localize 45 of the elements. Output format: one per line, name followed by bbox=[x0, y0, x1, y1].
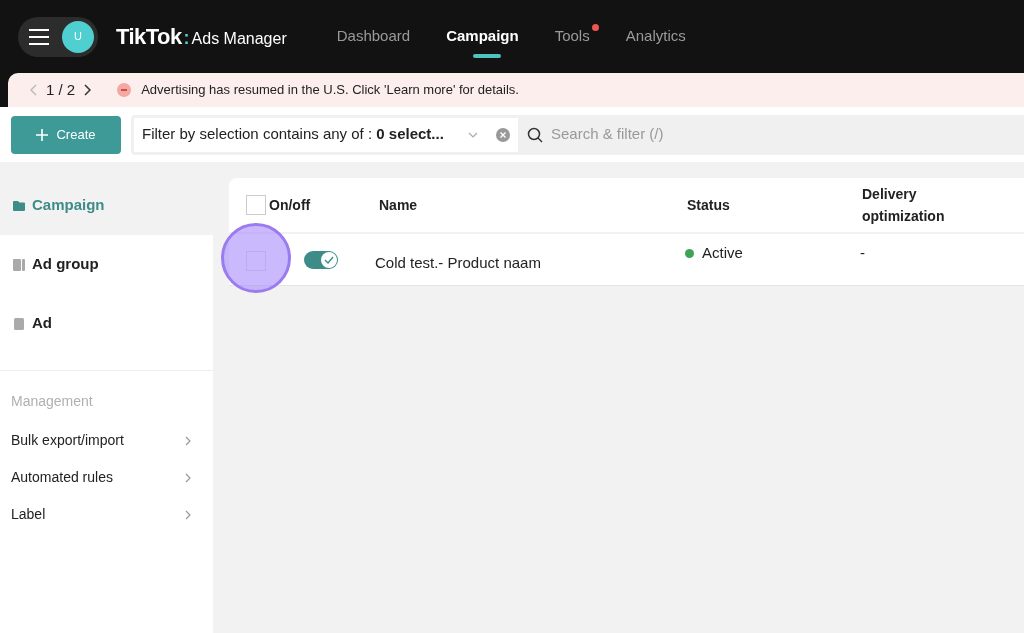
search-input[interactable]: Search & filter (/) bbox=[551, 123, 1024, 146]
chevron-right-icon bbox=[185, 435, 191, 446]
pager: 1 / 2 bbox=[46, 79, 76, 100]
column-header[interactable]: Name bbox=[379, 194, 687, 216]
check-icon bbox=[324, 256, 334, 264]
chevron-right-icon[interactable] bbox=[83, 84, 92, 96]
sidebar-item[interactable]: Ad group bbox=[0, 235, 213, 294]
search-field[interactable]: Search & filter (/) bbox=[521, 114, 1024, 155]
chevron-left-icon[interactable] bbox=[30, 84, 38, 96]
plus-icon bbox=[36, 128, 49, 141]
filter-field[interactable]: Filter by selection contains any of : 0 select... bbox=[131, 114, 521, 155]
nav-tab[interactable]: Dashboard bbox=[336, 0, 420, 73]
sidebar-link[interactable]: Label bbox=[0, 496, 213, 533]
table-cell-text: - bbox=[860, 243, 865, 263]
search-icon bbox=[527, 126, 543, 143]
column-header[interactable]: Delivery optimization bbox=[862, 183, 972, 227]
sidebar-item[interactable]: Ad bbox=[0, 294, 213, 353]
nav-tab[interactable]: Campaign bbox=[446, 0, 528, 73]
sidebar-item[interactable]: Campaign bbox=[0, 176, 213, 235]
column-header[interactable]: Status bbox=[687, 194, 862, 216]
chevron-down-icon[interactable] bbox=[468, 131, 478, 138]
banner-message: Advertising has resumed in the U.S. Click 'Learn more' for details. bbox=[141, 81, 519, 100]
toggle-switch[interactable] bbox=[304, 251, 338, 269]
filter-text: Filter by selection contains any of : 0 select... bbox=[142, 124, 444, 145]
column-header[interactable]: On/off bbox=[269, 194, 362, 216]
section-heading: Management bbox=[10, 392, 94, 411]
minus-circle-icon bbox=[117, 83, 132, 97]
document-icon bbox=[12, 316, 26, 331]
logo-subtitle: Ads Manager bbox=[191, 29, 287, 49]
table-cell-text: Cold test.- Product naam bbox=[375, 253, 542, 273]
sidebar-link[interactable]: Bulk export/import bbox=[0, 422, 213, 459]
clear-icon[interactable] bbox=[496, 127, 510, 142]
table-row[interactable]: Cold test.- Product naam Active - bbox=[229, 234, 1024, 286]
menu-icon[interactable] bbox=[28, 27, 50, 46]
checkbox[interactable] bbox=[246, 195, 266, 215]
nav-tab[interactable]: Tools bbox=[554, 0, 599, 73]
logo: TikTok bbox=[116, 23, 182, 51]
chevron-right-icon bbox=[185, 472, 191, 483]
logo-colon: : bbox=[183, 27, 190, 50]
nav-tab[interactable]: Analytics bbox=[625, 0, 695, 73]
sidebar-link[interactable]: Automated rules bbox=[0, 459, 213, 496]
table-cell-text: Active bbox=[702, 243, 743, 263]
document-stack-icon bbox=[12, 257, 26, 272]
chevron-right-icon bbox=[185, 509, 191, 520]
folder-icon bbox=[12, 198, 26, 213]
